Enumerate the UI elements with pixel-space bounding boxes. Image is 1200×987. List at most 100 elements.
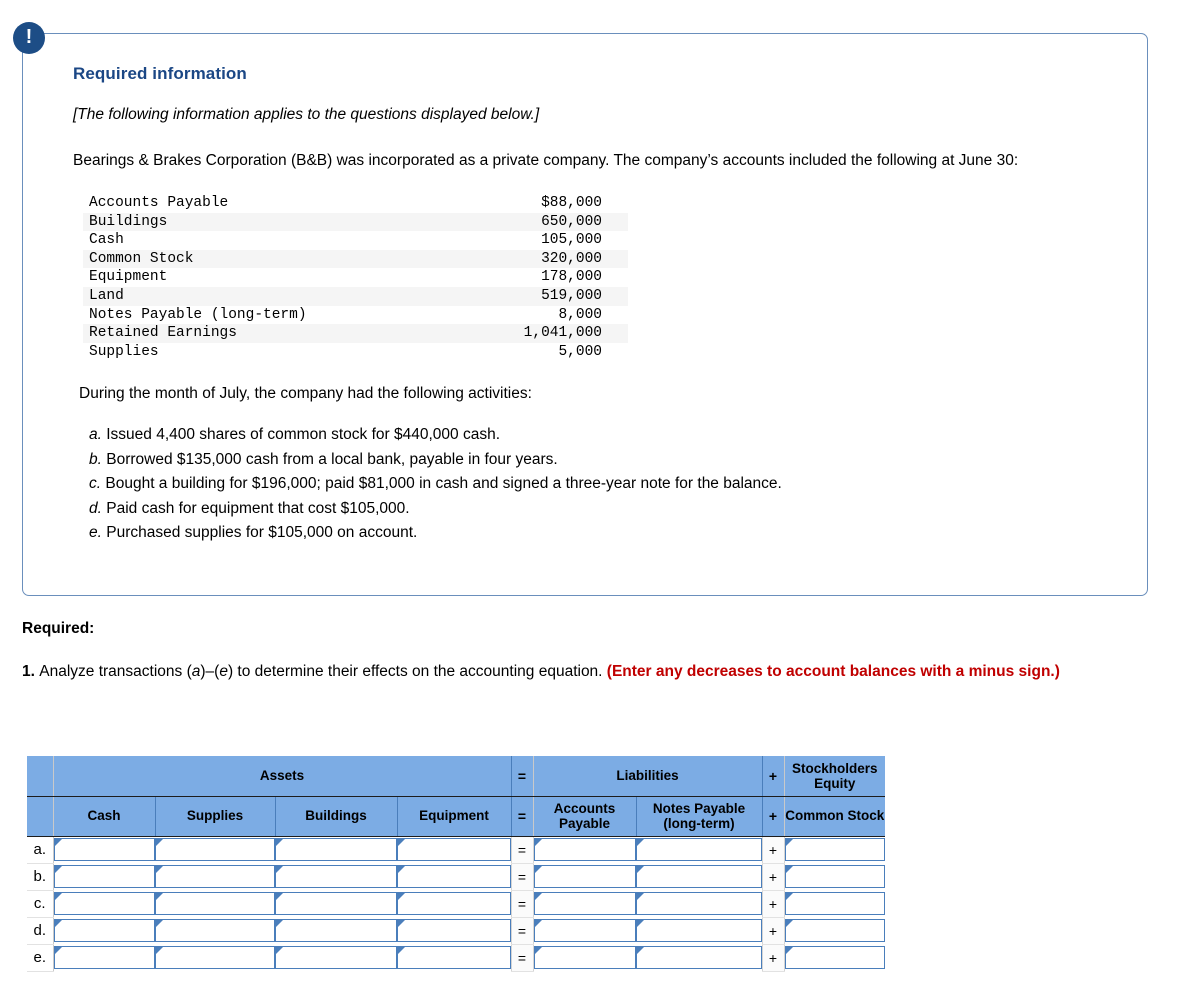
account-name: Supplies bbox=[89, 343, 159, 360]
cell-input-accounts-payable-row-d[interactable] bbox=[533, 917, 636, 944]
cell-input-notes-payable-row-d[interactable] bbox=[636, 917, 762, 944]
cell-input-common-stock-row-c[interactable] bbox=[784, 890, 885, 917]
input-cash-row-e[interactable] bbox=[53, 946, 155, 969]
input-accounts-payable-row-b[interactable] bbox=[533, 865, 636, 888]
cell-input-cash-row-b[interactable] bbox=[53, 863, 155, 890]
input-common-stock-row-b[interactable] bbox=[784, 865, 885, 888]
cell-input-common-stock-row-b[interactable] bbox=[784, 863, 885, 890]
cell-marker-triangle-icon bbox=[156, 893, 163, 900]
cell-input-equipment-row-e[interactable] bbox=[397, 944, 511, 971]
input-common-stock-row-a[interactable] bbox=[784, 838, 885, 862]
input-supplies-row-e[interactable] bbox=[155, 946, 275, 969]
page-title: Required information bbox=[73, 64, 247, 83]
input-equipment-row-b[interactable] bbox=[397, 865, 511, 888]
cell-marker-triangle-icon bbox=[398, 947, 405, 954]
account-row: Retained Earnings 1,041,000 bbox=[83, 324, 628, 343]
cell-input-equipment-row-c[interactable] bbox=[397, 890, 511, 917]
cell-input-supplies-row-d[interactable] bbox=[155, 917, 275, 944]
cell-input-buildings-row-a[interactable] bbox=[275, 836, 397, 863]
table-row: a. = + bbox=[27, 836, 885, 864]
cell-input-notes-payable-row-b[interactable] bbox=[636, 863, 762, 890]
cell-input-notes-payable-row-c[interactable] bbox=[636, 890, 762, 917]
input-buildings-row-c[interactable] bbox=[275, 892, 397, 915]
cell-marker-triangle-icon bbox=[637, 893, 644, 900]
cell-input-cash-row-c[interactable] bbox=[53, 890, 155, 917]
cell-input-supplies-row-e[interactable] bbox=[155, 944, 275, 971]
cell-input-buildings-row-e[interactable] bbox=[275, 944, 397, 971]
cell-input-common-stock-row-e[interactable] bbox=[784, 944, 885, 971]
input-equipment-row-c[interactable] bbox=[397, 892, 511, 915]
cell-input-common-stock-row-a[interactable] bbox=[784, 836, 885, 863]
input-supplies-row-d[interactable] bbox=[155, 919, 275, 942]
input-common-stock-row-e[interactable] bbox=[784, 946, 885, 969]
activity-item: e. Purchased supplies for $105,000 on ac… bbox=[89, 521, 1107, 545]
cell-marker-triangle-icon bbox=[534, 920, 542, 927]
cell-input-cash-row-d[interactable] bbox=[53, 917, 155, 944]
cell-marker-triangle-icon bbox=[54, 839, 62, 847]
input-buildings-row-d[interactable] bbox=[275, 919, 397, 942]
input-notes-payable-row-a[interactable] bbox=[636, 838, 762, 862]
cell-input-common-stock-row-d[interactable] bbox=[784, 917, 885, 944]
input-equipment-row-e[interactable] bbox=[397, 946, 511, 969]
account-name: Notes Payable (long-term) bbox=[89, 306, 307, 323]
cell-input-equipment-row-a[interactable] bbox=[397, 836, 511, 863]
cell-input-accounts-payable-row-e[interactable] bbox=[533, 944, 636, 971]
column-header-supplies: Supplies bbox=[155, 796, 276, 837]
table-row: d. = + bbox=[27, 917, 885, 945]
input-accounts-payable-row-e[interactable] bbox=[533, 946, 636, 969]
cell-input-accounts-payable-row-b[interactable] bbox=[533, 863, 636, 890]
input-notes-payable-row-c[interactable] bbox=[636, 892, 762, 915]
cell-input-cash-row-a[interactable] bbox=[53, 836, 155, 863]
required-item-dash: )–( bbox=[200, 663, 220, 680]
input-cash-row-a[interactable] bbox=[53, 838, 155, 862]
cell-input-accounts-payable-row-c[interactable] bbox=[533, 890, 636, 917]
input-cash-row-c[interactable] bbox=[53, 892, 155, 915]
account-name: Cash bbox=[89, 232, 124, 249]
column-header-equipment: Equipment bbox=[397, 796, 512, 837]
input-notes-payable-row-e[interactable] bbox=[636, 946, 762, 969]
cell-input-notes-payable-row-a[interactable] bbox=[636, 836, 762, 863]
cell-input-cash-row-e[interactable] bbox=[53, 944, 155, 971]
input-accounts-payable-row-d[interactable] bbox=[533, 919, 636, 942]
activity-item: c. Bought a building for $196,000; paid … bbox=[89, 472, 1107, 496]
cell-input-supplies-row-a[interactable] bbox=[155, 836, 275, 863]
cell-input-buildings-row-d[interactable] bbox=[275, 917, 397, 944]
cell-input-supplies-row-b[interactable] bbox=[155, 863, 275, 890]
table-body: a. = + b. = + c. = + d. = + e. = + bbox=[27, 836, 885, 972]
group-operator-equals: = bbox=[510, 756, 534, 797]
input-supplies-row-c[interactable] bbox=[155, 892, 275, 915]
cell-input-buildings-row-b[interactable] bbox=[275, 863, 397, 890]
input-accounts-payable-row-c[interactable] bbox=[533, 892, 636, 915]
input-common-stock-row-d[interactable] bbox=[784, 919, 885, 942]
cell-input-notes-payable-row-e[interactable] bbox=[636, 944, 762, 971]
account-row: Equipment 178,000 bbox=[83, 268, 628, 287]
input-buildings-row-e[interactable] bbox=[275, 946, 397, 969]
cell-input-equipment-row-d[interactable] bbox=[397, 917, 511, 944]
row-operator-equals: = bbox=[510, 836, 534, 864]
table-group-header-row: Assets = Liabilities + Stockholders Equi… bbox=[27, 756, 885, 797]
activity-item: b. Borrowed $135,000 cash from a local b… bbox=[89, 448, 1107, 472]
input-equipment-row-a[interactable] bbox=[397, 838, 511, 862]
input-accounts-payable-row-a[interactable] bbox=[533, 838, 636, 862]
cell-marker-triangle-icon bbox=[54, 893, 62, 900]
input-common-stock-row-c[interactable] bbox=[784, 892, 885, 915]
cell-marker-triangle-icon bbox=[398, 920, 405, 927]
input-cash-row-d[interactable] bbox=[53, 919, 155, 942]
input-equipment-row-d[interactable] bbox=[397, 919, 511, 942]
input-cash-row-b[interactable] bbox=[53, 865, 155, 888]
cell-input-supplies-row-c[interactable] bbox=[155, 890, 275, 917]
input-notes-payable-row-d[interactable] bbox=[636, 919, 762, 942]
input-notes-payable-row-b[interactable] bbox=[636, 865, 762, 888]
input-buildings-row-a[interactable] bbox=[275, 838, 397, 862]
cell-input-accounts-payable-row-a[interactable] bbox=[533, 836, 636, 863]
input-buildings-row-b[interactable] bbox=[275, 865, 397, 888]
input-supplies-row-b[interactable] bbox=[155, 865, 275, 888]
cell-input-buildings-row-c[interactable] bbox=[275, 890, 397, 917]
required-item-text-after: ) to determine their effects on the acco… bbox=[227, 663, 607, 680]
cell-input-equipment-row-b[interactable] bbox=[397, 863, 511, 890]
input-supplies-row-a[interactable] bbox=[155, 838, 275, 862]
activity-letter: d. bbox=[89, 499, 102, 517]
row-label: a. bbox=[27, 836, 54, 864]
activity-text: Paid cash for equipment that cost $105,0… bbox=[101, 499, 410, 517]
cell-marker-triangle-icon bbox=[637, 866, 644, 873]
